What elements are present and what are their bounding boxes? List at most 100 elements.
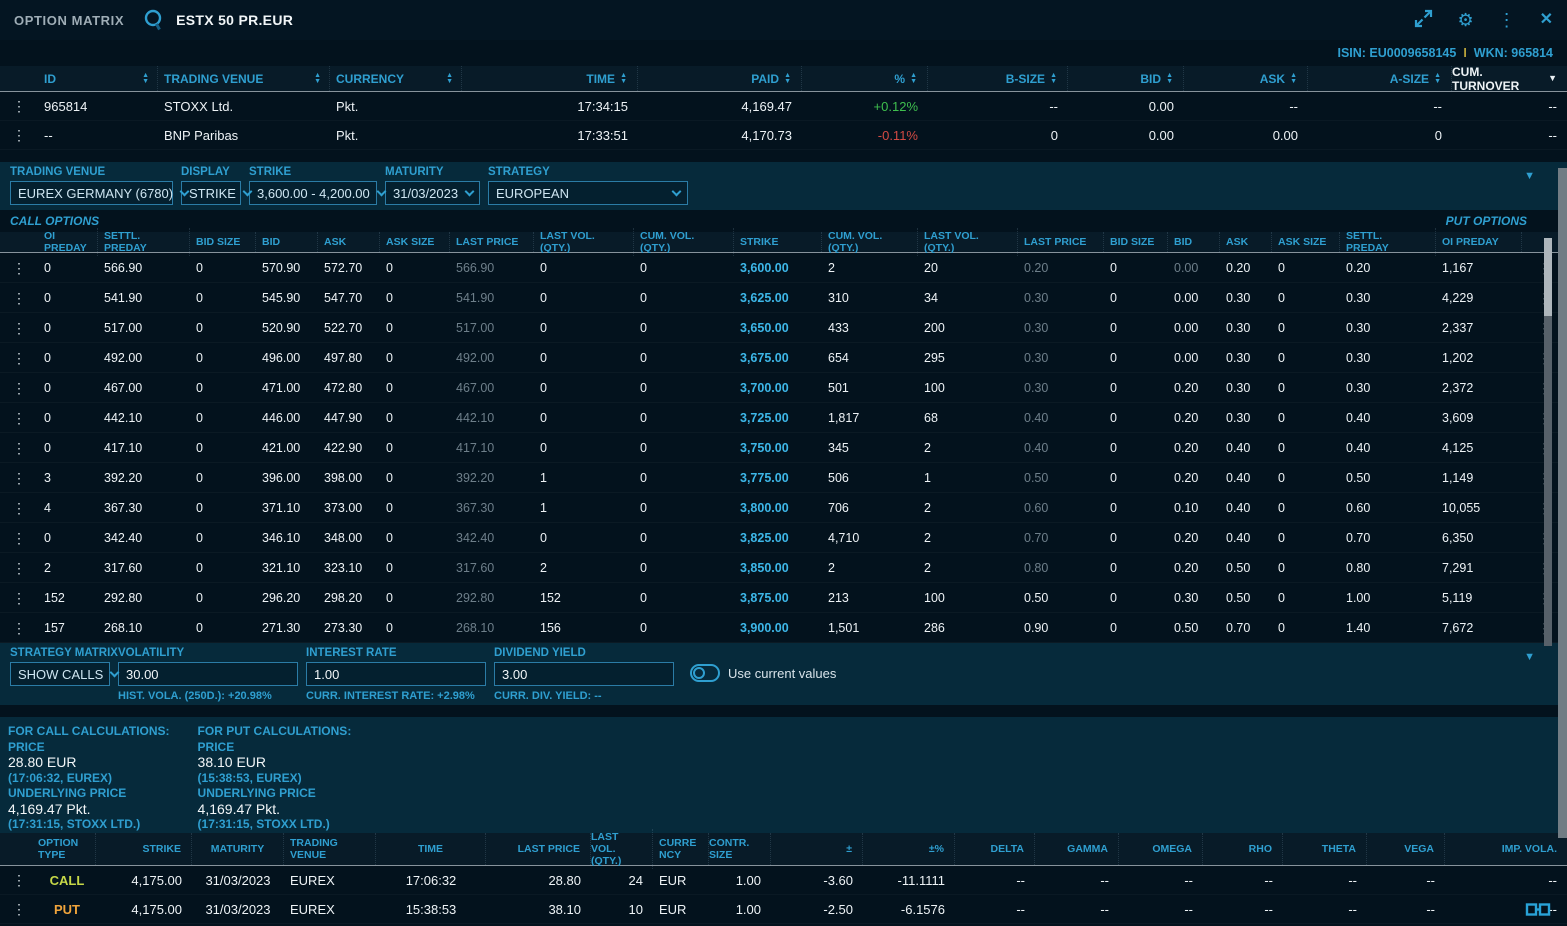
dividend-yield-input[interactable]: 3.00 [494, 662, 674, 686]
row-menu-icon[interactable]: ⋮ [0, 531, 38, 545]
row-menu-icon[interactable]: ⋮ [0, 321, 38, 335]
quote-row[interactable]: ⋮965814STOXX Ltd.Pkt.17:34:154,169.47+0.… [0, 92, 1567, 121]
strike-cell[interactable]: 3,750.00 [734, 441, 822, 455]
matrix-row[interactable]: ⋮152292.800296.20298.200292.8015203,875.… [0, 583, 1567, 613]
matrix-row[interactable]: ⋮0541.900545.90547.700541.90003,625.0031… [0, 283, 1567, 313]
matrix-call-column-header[interactable]: ASK SIZE [380, 232, 450, 252]
sort-icon[interactable]: ▲▼ [314, 73, 321, 84]
volatility-input[interactable]: 30.00 [118, 662, 298, 686]
strike-cell[interactable]: 3,800.00 [734, 501, 822, 515]
quote-column-header[interactable]: TRADING VENUE▲▼ [158, 66, 330, 91]
positions-column-header[interactable]: TIME [376, 833, 486, 865]
filter-dropdown[interactable]: EUREX GERMANY (6780) [10, 181, 173, 205]
quote-row[interactable]: ⋮--BNP ParibasPkt.17:33:514,170.73-0.11%… [0, 121, 1567, 150]
row-menu-icon[interactable]: ⋮ [0, 351, 38, 365]
row-menu-icon[interactable]: ⋮ [0, 471, 38, 485]
matrix-put-column-header[interactable]: ASK SIZE [1272, 232, 1340, 252]
matrix-put-column-header[interactable]: BID [1168, 232, 1220, 252]
matrix-call-column-header[interactable]: SETTL. PREDAY [98, 228, 190, 256]
matrix-row[interactable]: ⋮4367.300371.10373.000367.30103,800.0070… [0, 493, 1567, 523]
quote-column-header[interactable]: ASK▲▼ [1184, 66, 1308, 91]
quote-column-header[interactable]: PAID▲▼ [638, 66, 802, 91]
row-menu-icon[interactable]: ⋮ [0, 902, 38, 916]
matrix-call-column-header[interactable]: BID SIZE [190, 232, 256, 252]
matrix-put-column-header[interactable]: LAST VOL. (QTY.) [918, 228, 1018, 256]
sort-icon[interactable]: ▲▼ [446, 73, 453, 84]
interest-rate-input[interactable]: 1.00 [306, 662, 486, 686]
scrollbar-thumb[interactable] [1544, 238, 1552, 316]
positions-column-header[interactable]: VEGA [1367, 833, 1445, 865]
row-menu-icon[interactable]: ⋮ [0, 501, 38, 515]
instrument-name[interactable]: ESTX 50 PR.EUR [176, 12, 293, 28]
positions-column-header[interactable]: STRIKE [96, 833, 192, 865]
quote-column-header[interactable]: B-SIZE▲▼ [928, 66, 1068, 91]
sort-icon[interactable]: ▲▼ [910, 73, 917, 84]
expand-icon[interactable] [1414, 9, 1433, 31]
show-calls-dropdown[interactable]: SHOW CALLS [10, 662, 110, 686]
window-link-icon[interactable] [1525, 902, 1551, 920]
strike-cell[interactable]: 3,625.00 [734, 291, 822, 305]
row-menu-icon[interactable]: ⋮ [0, 441, 38, 455]
row-menu-icon[interactable]: ⋮ [0, 621, 38, 635]
matrix-put-column-header[interactable]: SETTL. PREDAY [1340, 228, 1436, 256]
positions-column-header[interactable]: LAST PRICE [486, 833, 591, 865]
collapse-panel-icon[interactable]: ▼ [1524, 170, 1535, 182]
positions-column-header[interactable]: THETA [1283, 833, 1367, 865]
positions-row[interactable]: ⋮CALL4,175.0031/03/2023EUREX17:06:3228.8… [0, 866, 1567, 895]
collapse-panel-icon[interactable]: ▼ [1524, 651, 1535, 663]
row-menu-icon[interactable]: ⋮ [0, 873, 38, 887]
positions-column-header[interactable]: OMEGA [1119, 833, 1203, 865]
strike-cell[interactable]: 3,700.00 [734, 381, 822, 395]
matrix-call-column-header[interactable]: LAST VOL. (QTY.) [534, 228, 634, 256]
strike-cell[interactable]: 3,900.00 [734, 621, 822, 635]
positions-column-header[interactable]: IMP. VOLA. [1445, 833, 1567, 865]
sort-icon[interactable]: ▲▼ [620, 73, 627, 84]
window-scrollbar[interactable] [1558, 168, 1567, 838]
sort-icon[interactable]: ▲▼ [1050, 73, 1057, 84]
positions-row[interactable]: ⋮PUT4,175.0031/03/2023EUREX15:38:5338.10… [0, 895, 1567, 924]
quote-column-header[interactable]: TIME▲▼ [462, 66, 638, 91]
matrix-put-column-header[interactable]: CUM. VOL. (QTY.) [822, 228, 918, 256]
matrix-strike-column-header[interactable]: STRIKE [734, 232, 822, 252]
quote-column-header[interactable]: A-SIZE▲▼ [1308, 66, 1452, 91]
sort-icon[interactable]: ▲▼ [784, 73, 791, 84]
matrix-row[interactable]: ⋮0342.400346.10348.000342.40003,825.004,… [0, 523, 1567, 553]
matrix-put-column-header[interactable]: BID SIZE [1104, 232, 1168, 252]
positions-column-header[interactable]: TRADING VENUE [284, 833, 376, 865]
matrix-call-column-header[interactable]: ASK [318, 232, 380, 252]
positions-column-header[interactable]: CONTR. SIZE [709, 833, 771, 865]
sort-icon[interactable]: ▲▼ [1434, 73, 1441, 84]
matrix-call-column-header[interactable]: LAST PRICE [450, 232, 534, 252]
more-menu-icon[interactable]: ⋮ [1498, 11, 1516, 29]
strike-cell[interactable]: 3,650.00 [734, 321, 822, 335]
matrix-row[interactable]: ⋮0467.000471.00472.800467.00003,700.0050… [0, 373, 1567, 403]
quote-column-header[interactable]: BID▲▼ [1068, 66, 1184, 91]
matrix-scrollbar[interactable] [1544, 238, 1552, 646]
positions-column-header[interactable]: MATURITY [192, 833, 284, 865]
matrix-call-column-header[interactable]: OI PREDAY [38, 228, 98, 256]
matrix-row[interactable]: ⋮0566.900570.90572.700566.90003,600.0022… [0, 253, 1567, 283]
positions-column-header[interactable]: GAMMA [1035, 833, 1119, 865]
strike-cell[interactable]: 3,725.00 [734, 411, 822, 425]
strike-cell[interactable]: 3,825.00 [734, 531, 822, 545]
quote-column-header[interactable]: CURRENCY▲▼ [330, 66, 462, 91]
quote-column-header[interactable]: %▲▼ [802, 66, 928, 91]
matrix-row[interactable]: ⋮0442.100446.00447.900442.10003,725.001,… [0, 403, 1567, 433]
matrix-row[interactable]: ⋮3392.200396.00398.000392.20103,775.0050… [0, 463, 1567, 493]
strike-cell[interactable]: 3,850.00 [734, 561, 822, 575]
filter-dropdown[interactable]: 31/03/2023 [385, 181, 480, 205]
row-menu-icon[interactable]: ⋮ [0, 99, 38, 113]
positions-column-header[interactable]: DELTA [955, 833, 1035, 865]
matrix-row[interactable]: ⋮0517.000520.90522.700517.00003,650.0043… [0, 313, 1567, 343]
positions-column-header[interactable]: ± [771, 833, 863, 865]
row-menu-icon[interactable]: ⋮ [0, 591, 38, 605]
filter-dropdown[interactable]: 3,600.00 - 4,200.00 [249, 181, 377, 205]
strike-cell[interactable]: 3,675.00 [734, 351, 822, 365]
matrix-call-column-header[interactable]: BID [256, 232, 318, 252]
positions-column-header[interactable]: RHO [1203, 833, 1283, 865]
matrix-row[interactable]: ⋮0492.000496.00497.800492.00003,675.0065… [0, 343, 1567, 373]
sort-icon[interactable]: ▲▼ [142, 73, 149, 84]
row-menu-icon[interactable]: ⋮ [0, 261, 38, 275]
strike-cell[interactable]: 3,600.00 [734, 261, 822, 275]
filter-dropdown[interactable]: EUROPEAN [488, 181, 688, 205]
